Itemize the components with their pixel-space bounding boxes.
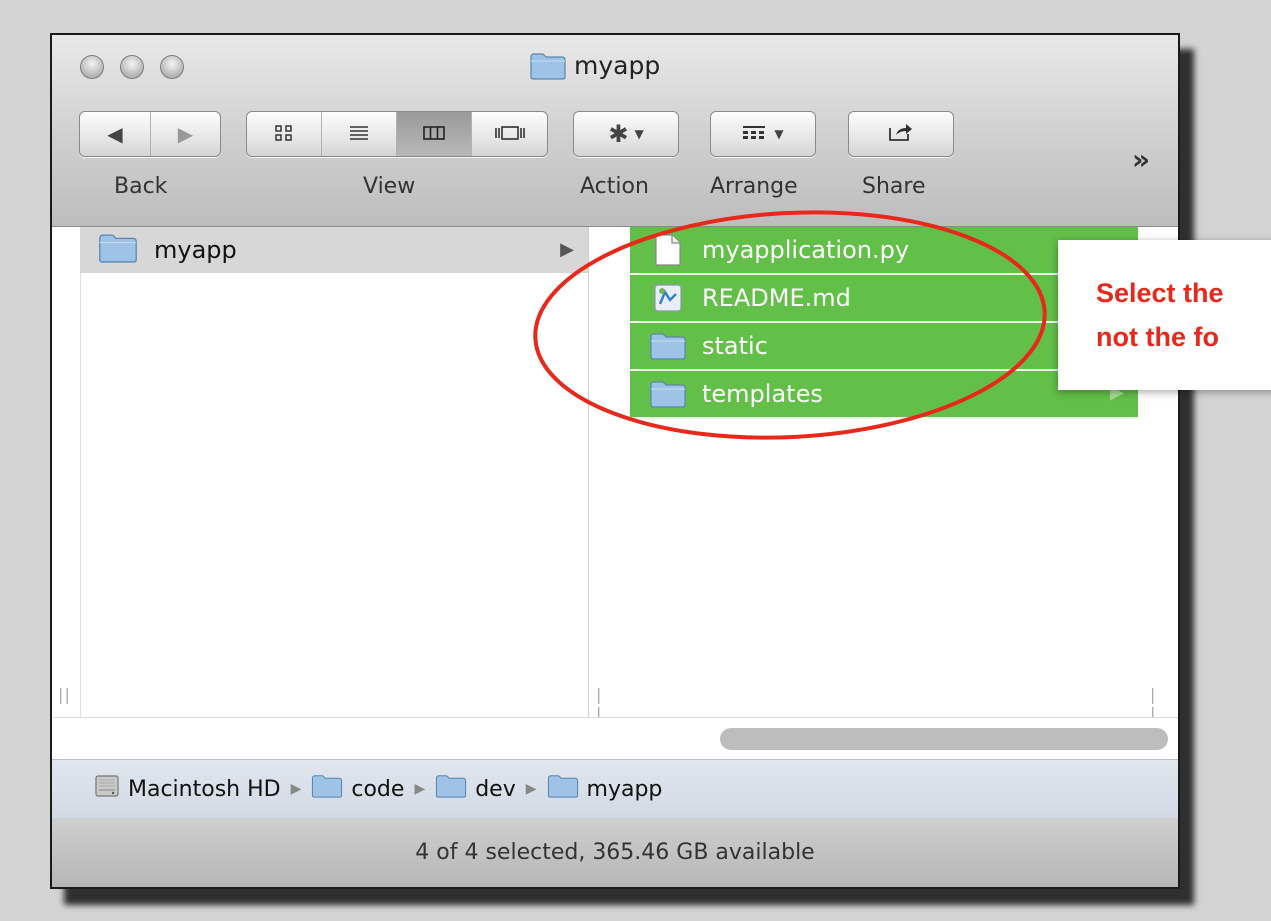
item-name: myapp [154,236,237,264]
chevron-down-icon: ▼ [774,127,784,141]
column-1: myapp ▶ | | [80,227,602,723]
icon-view-icon [275,122,293,146]
gear-icon: ✱ [608,120,629,148]
path-crumb[interactable]: code [311,774,404,804]
crumb-label: code [351,776,405,802]
crumb-label: Macintosh HD [128,776,281,802]
column-gap: | | [52,227,81,717]
status-bar: 4 of 4 selected, 365.46 GB available [52,818,1178,887]
chevron-down-icon: ▼ [634,127,644,141]
horizontal-scroll-area [52,717,1178,760]
column-view-button[interactable] [397,112,472,156]
path-crumb[interactable]: Macintosh HD [94,773,281,805]
coverflow-view-button[interactable] [472,112,547,156]
item-name: static [702,332,768,360]
list-view-button[interactable] [322,112,397,156]
window-title-text: myapp [574,51,661,80]
action-label: Action [580,174,649,199]
folder-icon [311,774,343,804]
coverflow-view-icon [494,122,525,146]
icon-view-button[interactable] [247,112,322,156]
path-separator-icon: ▶ [290,781,302,797]
folder-icon [650,380,686,408]
arrange-button[interactable]: ▼ [711,112,815,156]
callout-line-2: not the fo [1096,322,1219,352]
action-button[interactable]: ✱ ▼ [574,112,678,156]
share-control [848,111,954,157]
folder-icon [530,52,566,80]
arrange-icon [742,122,766,146]
folder-icon [650,332,686,360]
markdown-file-icon [650,282,686,314]
share-icon [888,122,914,147]
column-resize-handle[interactable]: | | [58,685,70,704]
path-separator-icon: ▶ [414,781,426,797]
arrange-label: Arrange [710,174,798,199]
window-title: myapp [530,51,660,80]
view-control [246,111,548,157]
callout-line-1: Select the [1096,278,1224,308]
window-controls [80,55,184,79]
folder-icon [435,774,467,804]
toolbar-overflow-button[interactable]: » [1132,143,1150,176]
forward-arrow-icon: ▶ [177,122,194,146]
close-button[interactable] [80,55,104,79]
toolbar: myapp ◀ ▶ Back View ✱ ▼ Action ▼ Arrange… [52,35,1178,227]
column-browser: | | myapp ▶ | | myapplication.py README.… [52,227,1178,723]
disclosure-arrow-icon: ▶ [560,239,574,260]
horizontal-scrollbar[interactable] [720,728,1168,750]
document-icon [650,234,686,266]
arrange-control: ▼ [710,111,816,157]
crumb-label: dev [475,776,516,802]
status-text: 4 of 4 selected, 365.46 GB available [415,840,815,865]
column-view-icon [423,122,445,146]
path-crumb[interactable]: myapp [547,774,663,804]
zoom-button[interactable] [160,55,184,79]
back-arrow-icon: ◀ [107,122,123,146]
crumb-label: myapp [586,776,663,802]
path-bar: Macintosh HD ▶ code ▶ dev ▶ myapp [52,759,1178,819]
hard-drive-icon [94,773,120,805]
item-name: README.md [702,284,851,312]
back-label: Back [114,174,168,199]
list-item[interactable]: myapp ▶ [80,227,588,273]
folder-icon [547,774,579,804]
back-button[interactable]: ◀ [80,112,151,156]
list-view-icon [349,122,369,146]
minimize-button[interactable] [120,55,144,79]
finder-window: myapp ◀ ▶ Back View ✱ ▼ Action ▼ Arrange… [50,33,1180,889]
path-crumb[interactable]: dev [435,774,516,804]
share-button[interactable] [849,112,953,156]
annotation-callout: Select the not the fo [1058,240,1271,390]
view-label: View [363,174,416,199]
item-name: templates [702,380,823,408]
item-name: myapplication.py [702,236,910,264]
share-label: Share [862,174,926,199]
forward-button[interactable]: ▶ [151,112,220,156]
path-separator-icon: ▶ [525,781,537,797]
action-control: ✱ ▼ [573,111,679,157]
folder-icon [98,233,138,267]
back-forward-control: ◀ ▶ [79,111,221,157]
